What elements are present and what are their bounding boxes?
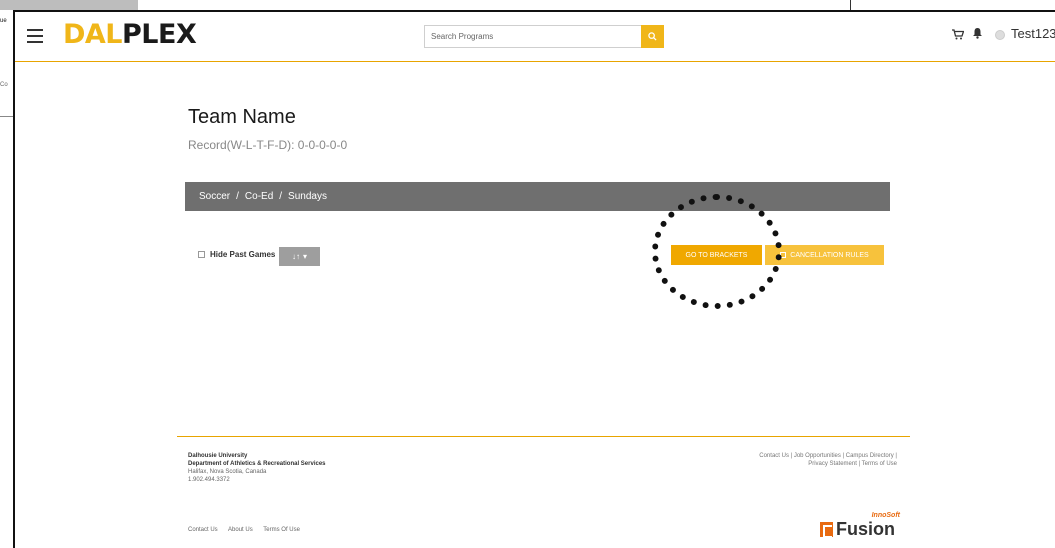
avatar[interactable] [995,30,1005,40]
footer-department: Department of Athletics & Recreational S… [188,461,326,467]
background-divider [850,0,851,10]
footer-university: Dalhousie University [188,453,248,459]
team-record: Record(W-L-T-F-D): 0-0-0-0-0 [188,138,348,152]
hide-past-games-label: Hide Past Games [210,250,276,259]
footer-link-contact[interactable]: Contact Us [188,527,218,533]
innosoft-label: InnoSoft [871,512,900,519]
background-window-strip [0,0,138,10]
search-bar [424,25,664,48]
site-header: DALPLEX Test123 [15,12,1055,62]
page-title: Team Name [188,106,296,128]
background-cut-label: Co [0,82,8,88]
search-button[interactable] [641,25,664,48]
breadcrumb: Soccer / Co-Ed / Sundays [185,182,890,211]
footer-right-links: Contact Us | Job Opportunities | Campus … [759,452,897,468]
footer-link-terms[interactable]: Terms Of Use [263,527,300,533]
cancellation-rules-label: CANCELLATION RULES [790,251,869,259]
sort-dropdown-button[interactable]: ↓↑ ▾ [279,247,320,266]
footer-link-about[interactable]: About Us [228,527,253,533]
sort-icon: ↓↑ [291,252,300,261]
breadcrumb-item-league: Sundays [288,191,327,202]
breadcrumb-separator: / [236,191,239,202]
footer-address: Dalhousie University Department of Athle… [188,452,326,484]
logo-text-dal: DAL [63,19,123,50]
footer-right-line[interactable]: Contact Us | Job Opportunities | Campus … [759,452,897,460]
search-input[interactable] [424,25,642,48]
background-cut-label: ue [0,18,7,24]
background-divider [0,116,14,117]
footer-phone: 1.902.494.3372 [188,477,230,483]
search-icon [648,32,657,41]
site-logo[interactable]: DALPLEX [63,19,197,50]
fusion-e-icon [820,522,833,538]
hamburger-menu-icon[interactable] [27,29,43,43]
innosoft-fusion-logo: InnoSoft Fusion [820,512,900,542]
cart-icon[interactable] [952,27,965,45]
go-to-brackets-button[interactable]: GO TO BRACKETS [671,245,762,265]
footer-right-line[interactable]: Privacy Statement | Terms of Use [759,460,897,468]
browser-window: DALPLEX Test123 Team Name Record(W-L-T-F… [13,10,1055,548]
notification-bell-icon[interactable] [972,26,983,44]
cancellation-rules-button[interactable]: CANCELLATION RULES [765,245,884,265]
footer-links: Contact Us About Us Terms Of Use [188,527,309,533]
breadcrumb-separator: / [279,191,283,202]
breadcrumb-item-sport[interactable]: Soccer [199,191,230,202]
screen: ue Co DALPLEX Test123 [0,0,1055,548]
logo-text-plex: PLEX [122,19,197,50]
footer-divider [177,436,910,437]
chevron-down-icon: ▾ [302,252,307,261]
user-name[interactable]: Test123 [1011,26,1055,41]
hide-past-games-toggle[interactable]: Hide Past Games [198,250,275,259]
document-icon [780,252,787,258]
footer-location: Halifax, Nova Scotia, Canada [188,469,267,475]
breadcrumb-item-division[interactable]: Co-Ed [245,191,273,202]
hide-past-games-checkbox[interactable] [198,251,205,258]
fusion-label: Fusion [836,519,895,539]
